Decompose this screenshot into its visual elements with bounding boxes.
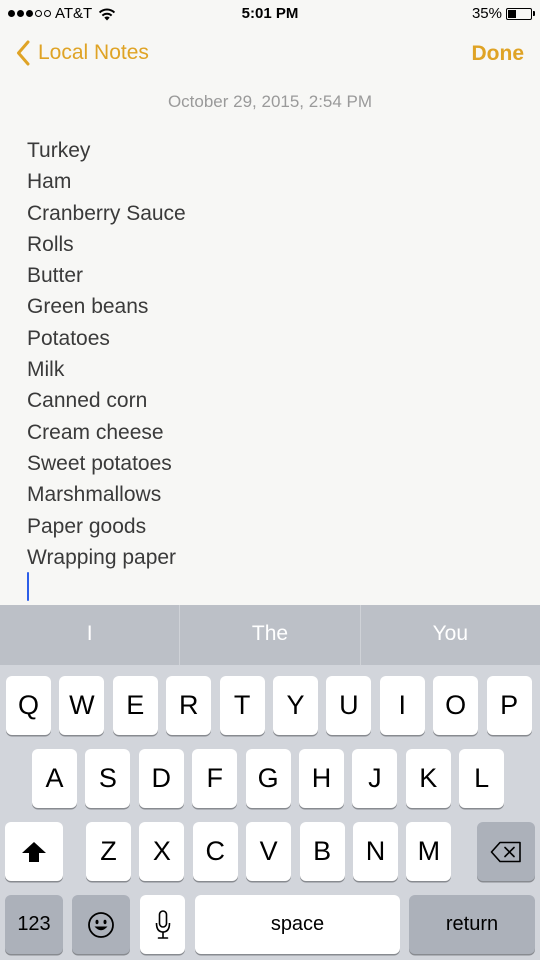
key-p[interactable]: P (486, 676, 532, 735)
emoji-key[interactable] (72, 895, 130, 954)
note-body[interactable]: Turkey Ham Cranberry Sauce Rolls Butter Green… (27, 135, 517, 573)
numbers-key[interactable]: 123 (5, 895, 63, 954)
suggestion-1[interactable]: I (0, 605, 179, 665)
back-button[interactable]: Local Notes (16, 40, 149, 66)
key-r[interactable]: R (166, 676, 212, 735)
key-i[interactable]: I (379, 676, 425, 735)
note-line: Ham (27, 170, 72, 194)
suggestion-3[interactable]: You (359, 605, 540, 665)
key-b[interactable]: B (299, 822, 345, 881)
note-line: Sweet potatoes (27, 451, 172, 475)
note-line: Wrapping paper (27, 545, 177, 569)
key-k[interactable]: K (405, 749, 451, 808)
note-date: October 29, 2015, 2:54 PM (167, 92, 373, 111)
dictation-key[interactable] (140, 895, 185, 954)
battery-nub (533, 11, 535, 16)
key-n[interactable]: N (353, 822, 398, 881)
note-line: Green beans (27, 295, 149, 319)
emoji-icon (88, 911, 114, 938)
microphone-icon (155, 909, 170, 939)
note-line: Milk (27, 358, 65, 382)
battery-percent: 35% (471, 5, 502, 22)
return-key[interactable]: return (409, 895, 535, 954)
note-line: Turkey (27, 139, 91, 162)
key-f[interactable]: F (192, 749, 238, 808)
note-line: Canned corn (27, 389, 148, 413)
key-x[interactable]: X (139, 822, 185, 881)
nav-bar: Local Notes Done (0, 30, 540, 78)
key-d[interactable]: D (138, 749, 184, 808)
status-time: 5:01 PM (241, 5, 299, 22)
key-c[interactable]: C (192, 822, 238, 881)
key-z[interactable]: Z (86, 822, 131, 881)
key-l[interactable]: L (459, 749, 505, 808)
key-m[interactable]: M (406, 822, 452, 881)
key-h[interactable]: H (299, 749, 344, 808)
key-e[interactable]: E (112, 676, 158, 735)
keyboard: I The You QWERTYUIOPASDFGHJKLZXCVBNM 123 (0, 605, 540, 960)
note-line: Cream cheese (27, 420, 164, 444)
space-key[interactable]: space (195, 895, 400, 954)
key-a[interactable]: A (32, 749, 77, 808)
chevron-left-icon (17, 40, 30, 66)
note-line: Butter (27, 264, 84, 288)
note-line: Cranberry Sauce (27, 201, 186, 225)
key-q[interactable]: Q (6, 676, 51, 735)
key-j[interactable]: J (352, 749, 398, 808)
backspace-icon (490, 841, 521, 862)
shift-arrow-icon (22, 841, 46, 862)
note-line: Paper goods (27, 514, 147, 538)
status-right: 35% (471, 5, 535, 22)
text-cursor (27, 572, 29, 601)
shift-key[interactable] (5, 822, 63, 881)
suggestion-2[interactable]: The (179, 605, 359, 665)
key-o[interactable]: O (433, 676, 479, 735)
key-w[interactable]: W (59, 676, 105, 735)
key-y[interactable]: Y (273, 676, 318, 735)
key-g[interactable]: G (245, 749, 291, 808)
battery-level (508, 9, 516, 18)
key-u[interactable]: U (326, 676, 372, 735)
key-t[interactable]: T (219, 676, 265, 735)
back-button-label: Local Notes (38, 41, 149, 64)
note-line: Potatoes (27, 326, 110, 350)
note-line: Rolls (27, 232, 74, 256)
key-v[interactable]: V (246, 822, 292, 881)
status-bar: AT&T 5:01 PM 35% (0, 0, 540, 30)
predictive-suggestions-bar: I The You (0, 605, 540, 665)
note-line: Marshmallows (27, 483, 162, 507)
key-s[interactable]: S (85, 749, 131, 808)
battery-icon (506, 7, 535, 20)
done-button[interactable]: Done (472, 42, 525, 66)
delete-key[interactable] (477, 822, 535, 881)
